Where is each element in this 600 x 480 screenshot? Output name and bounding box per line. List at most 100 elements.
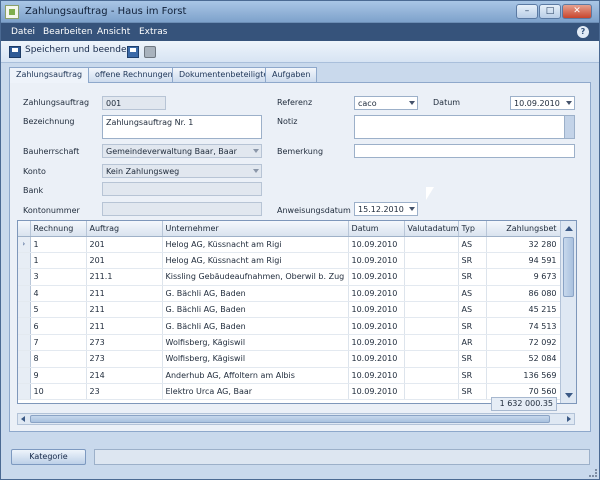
tab-zahlungsauftrag[interactable]: Zahlungsauftrag [9, 67, 90, 83]
table-row[interactable]: 6 211 G. Bächli AG, Baden 10.09.2010 SR 74 51… [18, 317, 561, 335]
menu-extras[interactable]: Extras [139, 27, 167, 37]
cell-auftrag: 211 [86, 317, 163, 335]
cell-typ: AS [458, 301, 487, 319]
cell-rechnung: 1 [30, 252, 87, 270]
cell-valutadatum [404, 268, 459, 286]
grid-vertical-scrollbar[interactable] [560, 221, 576, 403]
column-header-typ[interactable]: Typ [458, 221, 487, 237]
grid-horizontal-scrollbar[interactable] [17, 413, 575, 425]
table-row[interactable]: 8 273 Wolfisberg, Kägiswil 10.09.2010 SR 52 0… [18, 350, 561, 368]
scroll-up-icon[interactable] [565, 226, 573, 231]
bemerkung-field[interactable] [354, 144, 575, 158]
column-header-auftrag[interactable]: Auftrag [86, 221, 163, 237]
cell-unternehmer: Helog AG, Küssnacht am Rigi [162, 236, 349, 253]
anweisungsdatum-datepicker[interactable]: 15.12.2010 [354, 202, 418, 216]
kategorie-field[interactable] [94, 449, 590, 465]
cell-auftrag: 273 [86, 334, 163, 352]
vertical-scroll-thumb[interactable] [563, 237, 574, 297]
table-row[interactable]: 7 273 Wolfisberg, Kägiswil 10.09.2010 AR 72 0… [18, 334, 561, 352]
cell-datum: 10.09.2010 [348, 268, 405, 286]
cell-datum: 10.09.2010 [348, 317, 405, 335]
menu-ansicht[interactable]: Ansicht [97, 27, 130, 37]
cell-zahlungsbetrag: 74 513 [486, 317, 561, 335]
row-pointer-icon: › [18, 236, 31, 253]
column-header-zahlungsbetrag[interactable]: Zahlungsbet [486, 221, 561, 237]
cell-valutadatum [404, 350, 459, 368]
tab-aufgaben[interactable]: Aufgaben [265, 67, 318, 82]
column-header-datum[interactable]: Datum [348, 221, 405, 237]
cell-auftrag: 214 [86, 367, 163, 385]
cell-unternehmer: G. Bächli AG, Baden [162, 285, 349, 303]
window-title: Zahlungsauftrag - Haus im Forst [25, 6, 187, 17]
cell-auftrag: 201 [86, 252, 163, 270]
row-indicator [18, 285, 31, 303]
cell-zahlungsbetrag: 45 215 [486, 301, 561, 319]
cell-typ: AR [458, 334, 487, 352]
anweisungsdatum-label: Anweisungsdatum [277, 206, 351, 215]
cell-valutadatum [404, 301, 459, 319]
print-icon[interactable] [144, 46, 156, 58]
bezeichnung-field[interactable]: Zahlungsauftrag Nr. 1 [102, 115, 262, 139]
cell-typ: AS [458, 285, 487, 303]
datum-value: 10.09.2010 [514, 99, 560, 108]
table-row[interactable]: 9 214 Anderhub AG, Affoltern am Albis 10.09… [18, 367, 561, 385]
horizontal-scroll-thumb[interactable] [30, 415, 550, 423]
bemerkung-label: Bemerkung [277, 147, 324, 156]
table-row[interactable]: 4 211 G. Bächli AG, Baden 10.09.2010 AS 86 08… [18, 285, 561, 303]
help-icon[interactable]: ? [577, 26, 589, 38]
total-amount: 1 632 000.35 [491, 397, 557, 411]
menu-bar: Datei Bearbeiten Ansicht Extras ? [1, 23, 599, 41]
table-row[interactable]: 1 201 Helog AG, Küssnacht am Rigi 10.09.201… [18, 252, 561, 270]
konto-label: Konto [23, 167, 46, 176]
table-row[interactable]: 3 211.1 Kissling Gebäudeaufnahmen, Oberwil… [18, 268, 561, 286]
cell-datum: 10.09.2010 [348, 285, 405, 303]
cell-datum: 10.09.2010 [348, 350, 405, 368]
save-and-close-button[interactable]: Speichern und beenden [9, 45, 132, 59]
bauherrschaft-dropdown[interactable]: Gemeindeverwaltung Baar, Baar [102, 144, 262, 158]
cell-zahlungsbetrag: 72 092 [486, 334, 561, 352]
cell-zahlungsbetrag: 9 673 [486, 268, 561, 286]
table-row[interactable]: 5 211 G. Bächli AG, Baden 10.09.2010 AS 45 21… [18, 301, 561, 319]
save-icon[interactable] [127, 46, 139, 58]
referenz-value: caco [358, 99, 377, 108]
table-row[interactable]: › 1 201 Helog AG, Küssnacht am Rigi 10.09.20… [18, 236, 561, 253]
cell-rechnung: 7 [30, 334, 87, 352]
title-bar: Zahlungsauftrag - Haus im Forst – □ ✕ [1, 1, 599, 23]
cell-typ: SR [458, 317, 487, 335]
invoice-grid[interactable]: Rechnung Auftrag Unternehmer Datum Valut… [17, 220, 577, 404]
tab-offene-rechnungen[interactable]: offene Rechnungen [88, 67, 180, 82]
table-row[interactable]: 10 23 Elektro Urca AG, Baar 10.09.2010 SR 70 … [18, 383, 561, 401]
save-and-close-label: Speichern und beenden [25, 45, 133, 55]
notiz-field[interactable] [354, 115, 575, 139]
referenz-label: Referenz [277, 98, 313, 107]
scroll-right-icon[interactable] [567, 416, 571, 422]
datum-datepicker[interactable]: 10.09.2010 [510, 96, 575, 110]
cell-rechnung: 10 [30, 383, 87, 401]
menu-datei[interactable]: Datei [11, 27, 35, 37]
column-header-valutadatum[interactable]: Valutadatum [404, 221, 459, 237]
konto-dropdown[interactable]: Kein Zahlungsweg [102, 164, 262, 178]
tab-dokumentenbeteiligte[interactable]: Dokumentenbeteiligte [172, 67, 276, 82]
column-header-rechnung[interactable]: Rechnung [30, 221, 87, 237]
cell-datum: 10.09.2010 [348, 334, 405, 352]
notiz-scrollbar[interactable] [564, 116, 574, 138]
chevron-down-icon [409, 207, 415, 211]
cell-rechnung: 1 [30, 236, 87, 253]
row-indicator [18, 350, 31, 368]
scroll-left-icon[interactable] [21, 416, 25, 422]
scroll-down-icon[interactable] [565, 393, 573, 398]
bank-field [102, 182, 262, 196]
row-indicator [18, 334, 31, 352]
resize-grip-icon[interactable] [589, 469, 597, 477]
menu-bearbeiten[interactable]: Bearbeiten [43, 27, 92, 37]
column-header-unternehmer[interactable]: Unternehmer [162, 221, 349, 237]
close-icon[interactable]: ✕ [562, 4, 592, 19]
cell-zahlungsbetrag: 136 569 [486, 367, 561, 385]
minimize-icon[interactable]: – [516, 4, 538, 19]
row-indicator [18, 383, 31, 401]
kategorie-button[interactable]: Kategorie [11, 449, 86, 465]
cell-valutadatum [404, 334, 459, 352]
maximize-icon[interactable]: □ [539, 4, 561, 19]
cell-unternehmer: G. Bächli AG, Baden [162, 301, 349, 319]
referenz-dropdown[interactable]: caco [354, 96, 418, 110]
